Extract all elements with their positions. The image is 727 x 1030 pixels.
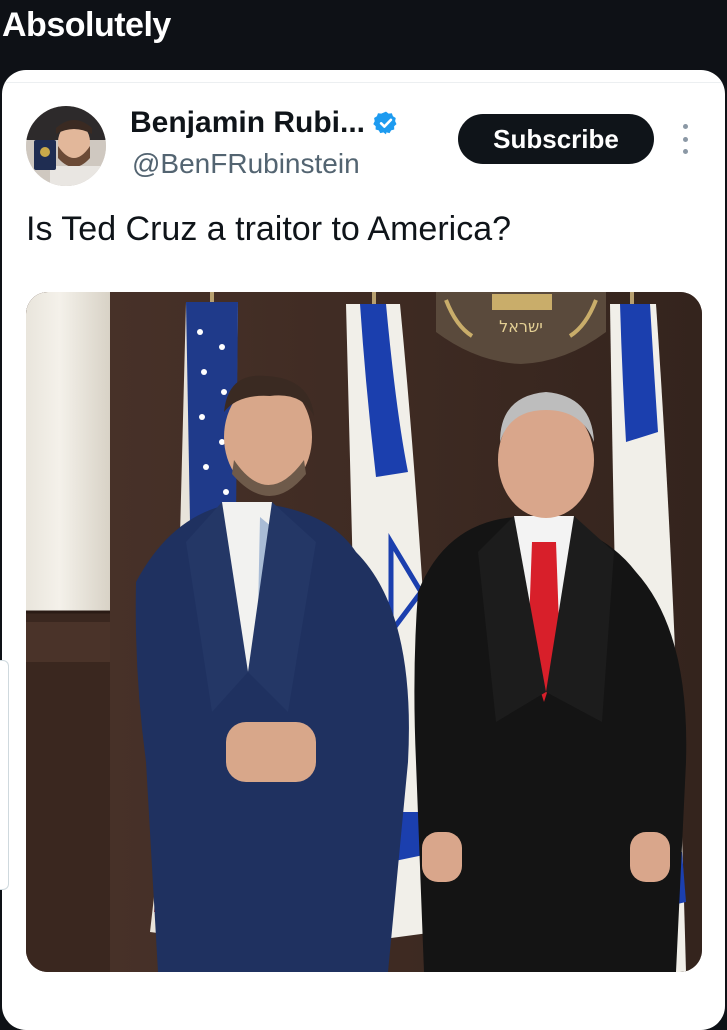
tweet-photo[interactable]: ישראל: [26, 292, 702, 972]
post-caption: Absolutely: [2, 6, 171, 44]
avatar[interactable]: [26, 106, 106, 186]
svg-text:ישראל: ישראל: [499, 317, 543, 336]
scroll-edge-indicator: [0, 660, 9, 890]
tweet-text: Is Ted Cruz a traitor to America?: [26, 210, 512, 248]
handle[interactable]: @BenFRubinstein: [132, 148, 360, 180]
tweet-card[interactable]: Benjamin Rubi... @BenFRubinstein Subscri…: [2, 70, 725, 1030]
avatar-image: [26, 106, 106, 186]
display-name[interactable]: Benjamin Rubi...: [130, 106, 365, 140]
author-name-row[interactable]: Benjamin Rubi...: [130, 106, 399, 140]
verified-badge-icon: [373, 111, 397, 135]
subscribe-button[interactable]: Subscribe: [458, 114, 654, 164]
card-divider: [2, 82, 725, 83]
more-vertical-icon[interactable]: [678, 124, 692, 154]
photo-scene: ישראל: [26, 292, 702, 972]
